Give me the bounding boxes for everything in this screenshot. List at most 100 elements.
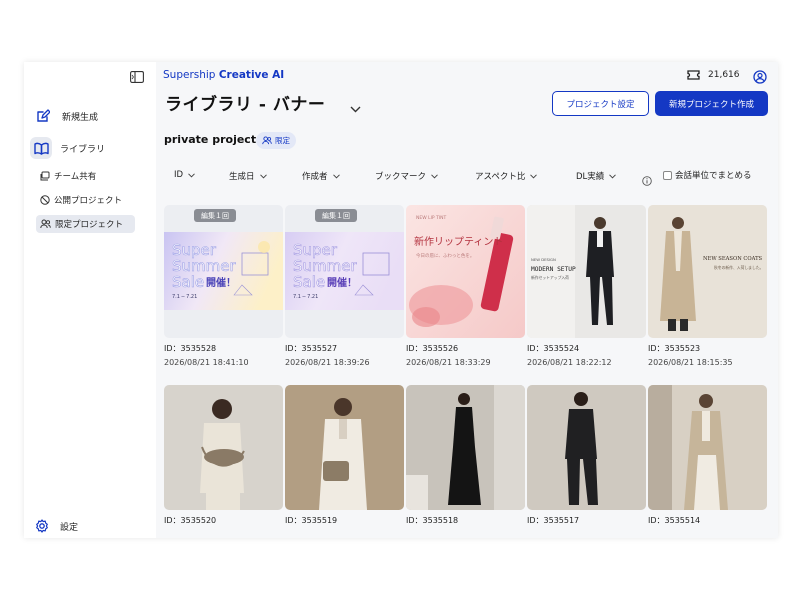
sidebar-item-new[interactable]: 新規生成: [32, 105, 98, 127]
brand-product: Creative AI: [218, 69, 285, 81]
sidebar-toggle-icon[interactable]: [130, 68, 144, 83]
ticket-icon: [687, 70, 700, 80]
chevron-down-icon: [431, 173, 438, 179]
chevron-down-icon: [259, 173, 267, 179]
filter-label: DL実績: [576, 172, 605, 182]
banner-text-sale: Sale: [293, 273, 325, 291]
filter-creator[interactable]: 作成者: [302, 170, 340, 182]
filter-label: ブックマーク: [375, 172, 427, 182]
man-black-suit-photo[interactable]: [527, 385, 646, 510]
brand-name: Supership: [163, 69, 216, 81]
modern-setup-banner-image[interactable]: NEW DESIGN MODERN SETUP 新作セットアップ入荷: [527, 205, 646, 338]
library-card[interactable]: ID：3535519: [285, 385, 404, 526]
filter-dl-record[interactable]: DL実績: [576, 170, 617, 182]
chevron-down-icon: [332, 173, 340, 179]
project-settings-button[interactable]: プロジェクト設定: [552, 91, 649, 116]
banner-text-coats-sub: 秋冬の新作、入荷しました。: [714, 265, 763, 270]
globe-icon: [40, 195, 50, 205]
sidebar-subitem-label: 公開プロジェクト: [54, 196, 123, 206]
app-window: 新規生成 ライブラリ チーム共有 公開プロジェクト 限定プロジェクト 設定 Su…: [24, 62, 778, 538]
banner-text-kaisai: 開催！: [327, 276, 357, 289]
filter-label: 生成日: [229, 172, 255, 182]
summer-sale-banner-image[interactable]: Super Summer Sale 開催！ 7.1 ─ 7.21 編集１回: [164, 205, 283, 338]
users-icon: [262, 136, 272, 145]
card-id: ID：3535526: [406, 344, 459, 353]
banner-text-dates: 7.1 ─ 7.21: [172, 294, 197, 300]
card-id: ID：3535519: [285, 516, 338, 525]
banner-text-modern-title: MODERN SETUP: [531, 266, 576, 273]
chevron-down-icon: [188, 172, 195, 178]
credits-value: 21,616: [708, 70, 740, 80]
brand-logo[interactable]: Supership Creative AI: [163, 69, 284, 81]
checkbox-box: [663, 170, 672, 180]
card-id: ID：3535517: [527, 516, 580, 525]
banner-text-lip-title: 新作リップティント: [414, 235, 503, 248]
sidebar-item-label: 新規生成: [62, 112, 99, 123]
visibility-badge: 限定: [256, 132, 296, 149]
filter-bookmark[interactable]: ブックマーク: [375, 170, 438, 182]
new-project-button[interactable]: 新規プロジェクト作成: [655, 91, 768, 116]
main-content: Supership Creative AI 21,616 ライブラリ - バナー…: [156, 62, 778, 538]
filter-label: アスペクト比: [475, 172, 526, 182]
summer-sale-banner-purple-image[interactable]: Super Summer Sale 開催！ 7.1 ─ 7.21 編集１回: [285, 205, 404, 338]
library-card[interactable]: ID：3535517: [527, 385, 646, 526]
sidebar: 新規生成 ライブラリ チーム共有 公開プロジェクト 限定プロジェクト 設定: [24, 62, 156, 538]
checkbox-label: 会話単位でまとめる: [675, 171, 752, 181]
edit-count-tag: 編集１回: [194, 209, 236, 222]
sidebar-item-label: ライブラリ: [60, 144, 106, 155]
edit-count-tag: 編集１回: [315, 209, 357, 222]
card-id: ID：3535518: [406, 516, 459, 525]
sidebar-subitem-limited[interactable]: 限定プロジェクト: [36, 215, 135, 233]
library-card[interactable]: Super Summer Sale 開催！ 7.1 ─ 7.21 編集１回 ID…: [285, 205, 404, 367]
settings-label: 設定: [60, 522, 79, 533]
woman-beige-coat-photo[interactable]: [648, 385, 767, 510]
library-card[interactable]: NEW LIP TINT 新作リップティント 今日の唇に、ふわっと色を。 ID：…: [406, 205, 525, 367]
page-title: ライブラリ - バナー: [165, 95, 326, 115]
folders-icon: [40, 171, 50, 181]
users-icon: [40, 219, 51, 229]
card-date: 2026/08/21 18:15:35: [648, 358, 733, 367]
woman-beige-outfit-photo[interactable]: [164, 385, 283, 510]
sidebar-item-settings[interactable]: 設定: [34, 518, 78, 534]
sidebar-item-library[interactable]: ライブラリ: [30, 137, 105, 159]
library-card[interactable]: ID：3535514: [648, 385, 767, 526]
banner-text-coats-title: NEW SEASON COATS: [703, 256, 763, 262]
banner-text-lip-small: NEW LIP TINT: [416, 215, 447, 221]
credits-counter: 21,616: [687, 70, 740, 80]
library-card[interactable]: Super Summer Sale 開催！ 7.1 ─ 7.21 編集１回 ID…: [164, 205, 283, 367]
filter-aspect-ratio[interactable]: アスペクト比: [475, 170, 538, 182]
card-date: 2026/08/21 18:41:10: [164, 358, 249, 367]
banner-text-dates: 7.1 ─ 7.21: [293, 294, 318, 300]
card-id: ID：3535524: [527, 344, 580, 353]
library-card[interactable]: NEW SEASON COATS 秋冬の新作、入荷しました。 ID：353552…: [648, 205, 767, 367]
library-card[interactable]: ID：3535518: [406, 385, 525, 526]
info-icon[interactable]: [642, 171, 652, 190]
banner-text-kaisai: 開催！: [206, 276, 236, 289]
card-date: 2026/08/21 18:33:29: [406, 358, 491, 367]
woman-black-jumpsuit-photo[interactable]: [406, 385, 525, 510]
library-card[interactable]: ID：3535520: [164, 385, 283, 526]
card-date: 2026/08/21 18:39:26: [285, 358, 370, 367]
sidebar-subitem-team[interactable]: チーム共有: [36, 167, 100, 185]
card-id: ID：3535528: [164, 344, 217, 353]
sidebar-subitem-label: チーム共有: [54, 172, 97, 182]
new-lip-tint-banner-image[interactable]: NEW LIP TINT 新作リップティント 今日の唇に、ふわっと色を。: [406, 205, 525, 338]
book-icon: [30, 137, 52, 159]
new-season-coats-banner-image[interactable]: NEW SEASON COATS 秋冬の新作、入荷しました。: [648, 205, 767, 338]
sidebar-subitem-public[interactable]: 公開プロジェクト: [36, 191, 126, 209]
filter-created-date[interactable]: 生成日: [229, 170, 267, 182]
gear-icon: [34, 518, 50, 534]
woman-white-suit-photo[interactable]: [285, 385, 404, 510]
chevron-down-icon: [530, 173, 538, 179]
card-id: ID：3535520: [164, 516, 217, 525]
banner-text-modern-small: NEW DESIGN: [531, 257, 556, 262]
filter-id[interactable]: ID: [174, 170, 195, 180]
user-account-icon[interactable]: [753, 69, 767, 88]
chevron-down-icon: [609, 173, 617, 179]
banner-text-sale: Sale: [172, 273, 204, 291]
library-card[interactable]: NEW DESIGN MODERN SETUP 新作セットアップ入荷 ID：35…: [527, 205, 646, 367]
group-by-conversation-checkbox[interactable]: 会話単位でまとめる: [663, 169, 752, 181]
chevron-down-icon[interactable]: [350, 98, 361, 117]
project-name: private project: [164, 133, 257, 146]
filter-label: ID: [174, 170, 184, 180]
